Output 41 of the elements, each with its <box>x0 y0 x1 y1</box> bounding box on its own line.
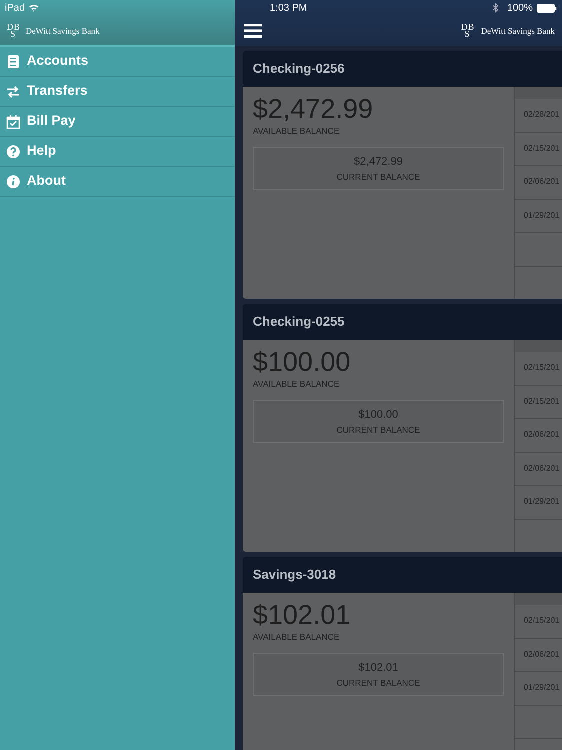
balance-label: AVAILABLE BALANCE <box>253 378 341 390</box>
transfer-arrows-icon <box>6 84 21 98</box>
account-title[interactable]: Checking-0255 <box>243 304 562 340</box>
battery-percent: 100% <box>507 2 533 16</box>
balance-label: AVAILABLE BALANCE <box>253 630 341 644</box>
accounts-icon <box>6 54 21 68</box>
logo-icon: DBS <box>461 23 478 39</box>
wifi-icon <box>29 4 40 12</box>
transaction-date[interactable]: 02/15/201 <box>515 132 562 166</box>
menu-item[interactable]: Bill Pay <box>0 107 235 137</box>
transaction-date[interactable]: 02/06/201 <box>515 638 562 672</box>
current-balance: $102.01 <box>358 661 398 676</box>
available-balance: $100.00 <box>253 348 352 378</box>
calendar-check-icon <box>6 114 21 128</box>
balance-label: AVAILABLE BALANCE <box>253 124 341 138</box>
menu-item[interactable]: About <box>0 167 235 197</box>
balance-label: CURRENT BALANCE <box>336 170 420 184</box>
account-title[interactable]: Checking-0256 <box>243 51 562 87</box>
info-icon <box>6 174 21 188</box>
available-balance: $2,472.99 <box>253 95 374 125</box>
help-icon <box>6 144 21 158</box>
current-balance: $100.00 <box>358 408 398 424</box>
current-balance: $2,472.99 <box>354 155 403 170</box>
account-title[interactable]: Savings-3018 <box>243 557 562 593</box>
logo-icon: DBS <box>7 23 23 39</box>
bluetooth-icon <box>493 3 500 13</box>
menu-icon[interactable] <box>244 24 262 38</box>
bank-name: DeWitt Savings Bank <box>481 24 555 38</box>
transaction-date[interactable]: 01/29/201 <box>515 200 562 233</box>
balance-label: CURRENT BALANCE <box>336 424 420 437</box>
available-balance: $102.01 <box>253 601 352 631</box>
transaction-date[interactable]: 02/06/201 <box>515 452 562 486</box>
menu-item[interactable]: Accounts <box>0 47 235 77</box>
balance-label: CURRENT BALANCE <box>336 676 420 690</box>
carrier-label: iPad <box>5 2 26 16</box>
bank-name: DeWitt Savings Bank <box>26 24 100 38</box>
battery-icon <box>537 4 557 12</box>
menu-item[interactable]: Help <box>0 137 235 167</box>
clock: 1:03 PM <box>270 2 308 16</box>
menu-item[interactable]: Transfers <box>0 77 235 107</box>
transaction-date[interactable]: 02/15/201 <box>515 386 562 419</box>
